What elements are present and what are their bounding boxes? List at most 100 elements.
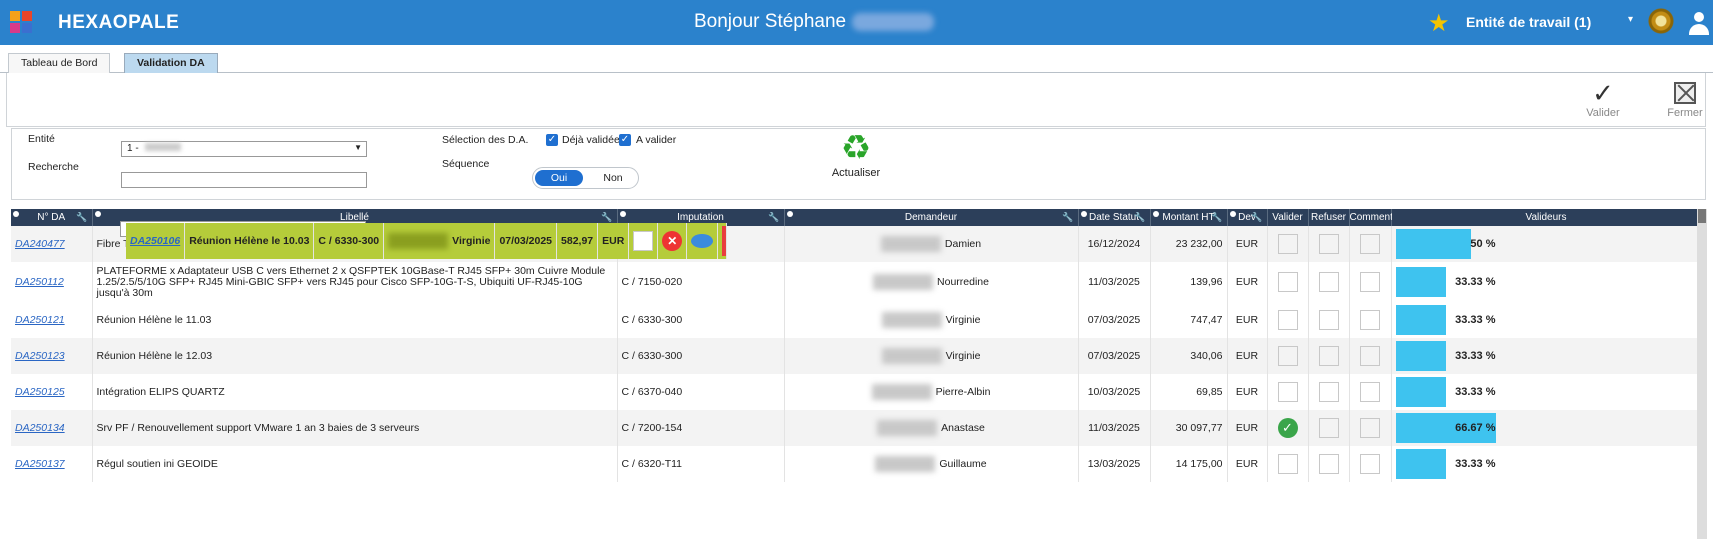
comment-checkbox <box>1360 272 1380 292</box>
comment-cell <box>1349 226 1392 262</box>
redacted-name <box>877 420 938 436</box>
da-number-link[interactable]: DA250125 <box>15 386 65 398</box>
column-header[interactable]: Valideurs <box>1391 209 1702 226</box>
progress-percent: 33.33 % <box>1455 314 1496 326</box>
libelle-cell: Réunion Hélène le 12.03 <box>92 338 618 374</box>
redacted-name <box>873 274 934 290</box>
da-number-link[interactable]: DA250106 <box>130 235 180 247</box>
da-number-cell: DA250123 <box>11 338 93 374</box>
fermer-button[interactable]: Fermer <box>1655 79 1713 119</box>
refuser-cell: ✕ <box>657 223 688 259</box>
da-number-cell: DA250137 <box>11 446 93 482</box>
filter-icon[interactable]: 🔧 <box>601 212 612 223</box>
gear-icon[interactable] <box>1648 8 1674 34</box>
tab-tableau-de-bord[interactable]: Tableau de Bord <box>8 53 111 73</box>
da-number-cell: DA250121 <box>11 302 93 338</box>
actualiser-button[interactable]: ♻ Actualiser <box>821 129 891 179</box>
da-number-link[interactable]: DA250123 <box>15 350 65 362</box>
table-row[interactable]: DA250137 Régul soutien ini GEOIDE C / 6320… <box>11 446 1702 482</box>
demandeur-name: Guillaume <box>939 457 987 470</box>
filter-icon[interactable]: 🔧 <box>1251 212 1262 223</box>
da-number-link[interactable]: DA240477 <box>15 238 65 250</box>
column-header[interactable]: Valider <box>1267 209 1309 226</box>
libelle-cell: Intégration ELIPS QUARTZ <box>92 374 618 410</box>
workspace-selector[interactable]: Entité de travail (1) <box>1466 14 1591 30</box>
chevron-down-icon[interactable]: ▾ <box>1628 14 1633 25</box>
deja-validee-checkbox[interactable]: ✓ <box>546 134 558 146</box>
greeting-text: Bonjour Stéphane <box>694 11 847 32</box>
imputation-cell: C / 7150-020 <box>617 262 785 302</box>
comment-checkbox[interactable] <box>1360 310 1380 330</box>
star-icon[interactable]: ★ <box>1428 9 1450 38</box>
refuser-checkbox[interactable] <box>1318 310 1339 330</box>
valider-checkbox[interactable] <box>1277 454 1298 474</box>
devise-cell: EUR <box>1227 410 1268 446</box>
demandeur-name: Virginie <box>945 349 981 362</box>
scrollbar[interactable] <box>1697 209 1707 539</box>
column-header[interactable]: 🔧 N° DA <box>11 209 93 226</box>
valider-checkbox <box>1277 346 1298 366</box>
da-number-link[interactable]: DA250121 <box>15 314 65 326</box>
a-valider-checkbox[interactable]: ✓ <box>619 134 631 146</box>
table-row[interactable]: DA250134 Srv PF / Renouvellement support … <box>11 410 1702 446</box>
table-row[interactable]: DA250121 Réunion Hélène le 11.03 C / 6330-… <box>11 302 1702 338</box>
recherche-input[interactable] <box>121 172 367 188</box>
date-statut-cell: 07/03/2025 <box>494 223 558 259</box>
column-header[interactable]: Comment. <box>1349 209 1396 226</box>
table-row[interactable]: DA250123 Réunion Hélène le 12.03 C / 6330-… <box>11 338 1702 374</box>
entite-label: Entité <box>28 133 55 145</box>
filter-icon[interactable]: 🔧 <box>1211 212 1222 223</box>
imputation-cell: C / 6330-300 <box>617 338 785 374</box>
comment-checkbox[interactable] <box>1360 382 1380 402</box>
filter-icon[interactable]: 🔧 <box>768 212 779 223</box>
demandeur-name: Nourredine <box>937 275 989 288</box>
column-header[interactable]: 🔧 Date Statut <box>1078 209 1151 226</box>
demandeur-cell: Pierre-Albin <box>784 374 1079 410</box>
entite-select[interactable]: 1 - ▼ <box>121 141 367 157</box>
da-number-link[interactable]: DA250112 <box>15 276 64 288</box>
valider-button[interactable]: ✓ Valider <box>1573 79 1633 119</box>
da-number-link[interactable]: DA250137 <box>15 458 65 470</box>
table-row[interactable]: DA250106 Réunion Hélène le 10.03 C / 6330-… <box>120 221 728 259</box>
refuser-cell <box>1308 338 1350 374</box>
pin-icon <box>1229 211 1236 217</box>
filter-icon[interactable]: 🔧 <box>76 212 87 223</box>
greeting: Bonjour Stéphane <box>694 11 935 33</box>
comment-icon[interactable] <box>691 234 714 248</box>
valider-checkbox[interactable] <box>633 231 654 251</box>
valider-cell <box>1267 226 1309 262</box>
tab-validation-da[interactable]: Validation DA <box>124 53 218 73</box>
table-row[interactable]: DA250112 PLATEFORME x Adaptateur USB C ve… <box>11 262 1702 302</box>
imputation-cell: C / 6370-040 <box>617 374 785 410</box>
comment-checkbox[interactable] <box>1360 454 1380 474</box>
column-header-label: Montant HT <box>1162 212 1215 223</box>
da-number-link[interactable]: DA250134 <box>15 422 65 434</box>
comment-cell <box>1349 446 1392 482</box>
deja-validee-label: Déjà validée <box>562 134 620 146</box>
check-icon[interactable]: ✓ <box>1277 418 1298 438</box>
progress-percent: 33.33 % <box>1455 458 1496 470</box>
valideurs-cell: 33.33 % <box>1391 374 1702 410</box>
column-header[interactable]: Refuser <box>1308 209 1350 226</box>
column-header[interactable]: 🔧 Dev <box>1227 209 1268 226</box>
table-row[interactable]: DA250125 Intégration ELIPS QUARTZ C / 6370… <box>11 374 1702 410</box>
filter-icon[interactable]: 🔧 <box>1134 212 1145 223</box>
progress-bar: 33.33 % <box>1395 305 1697 335</box>
refuser-checkbox[interactable] <box>1318 454 1339 474</box>
valideurs-cell: 33.33 % <box>1391 302 1702 338</box>
filter-icon[interactable]: 🔧 <box>1062 212 1073 223</box>
sequence-oui-option[interactable]: Oui <box>535 170 583 186</box>
column-header[interactable]: 🔧 Montant HT <box>1150 209 1228 226</box>
valider-checkbox[interactable] <box>1277 382 1298 402</box>
sequence-non-option[interactable]: Non <box>589 170 637 186</box>
progress-percent: 33.33 % <box>1455 386 1496 398</box>
refuser-cell <box>1308 446 1350 482</box>
user-icon[interactable] <box>1688 10 1710 36</box>
demandeur-name: Virginie <box>452 234 491 247</box>
refuse-icon[interactable]: ✕ <box>662 231 683 251</box>
valider-checkbox[interactable] <box>1277 310 1298 330</box>
toolbar: ✓ Valider Fermer <box>6 73 1706 127</box>
column-header[interactable]: 🔧 Demandeur <box>784 209 1079 226</box>
refuser-checkbox[interactable] <box>1318 382 1339 402</box>
redacted-name <box>388 233 449 249</box>
